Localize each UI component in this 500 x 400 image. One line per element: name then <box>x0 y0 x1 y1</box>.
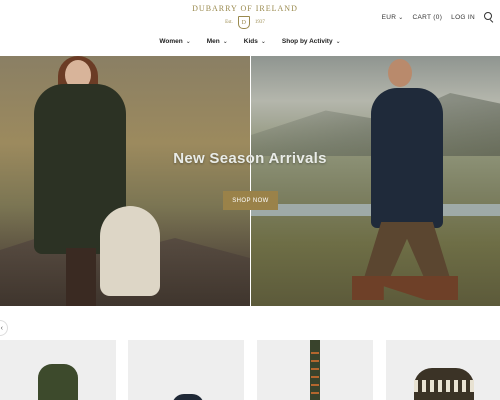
currency-label: EUR <box>381 13 397 21</box>
tie-pattern <box>311 346 319 400</box>
est-year: 1937 <box>254 20 265 25</box>
currency-selector[interactable]: EUR ⌄ <box>382 14 404 21</box>
hero-title: New Season Arrivals <box>173 150 327 167</box>
crest-icon: D <box>237 16 250 29</box>
login-link[interactable]: LOG IN <box>451 14 475 21</box>
brand-est: Est. D 1937 <box>182 16 308 29</box>
chevron-down-icon: ⌄ <box>260 39 266 45</box>
chevron-down-icon: ⌄ <box>335 39 341 45</box>
cart-link[interactable]: CART (0) <box>413 14 443 21</box>
product-tile-jacket[interactable] <box>0 340 116 400</box>
nav-item-shop-by-activity[interactable]: Shop by Activity ⌄ <box>282 38 341 45</box>
nav-item-kids[interactable]: Kids ⌄ <box>244 38 266 45</box>
nav-item-men[interactable]: Men ⌄ <box>207 38 228 45</box>
utility-bar: EUR ⌄ CART (0) LOG IN <box>382 12 494 22</box>
nav-item-label: Women <box>159 38 183 45</box>
hero-banner[interactable]: New Season Arrivals SHOP NOW <box>0 56 500 306</box>
chevron-down-icon: ⌄ <box>222 39 228 45</box>
sweater-pattern <box>414 380 474 392</box>
main-nav: Women ⌄ Men ⌄ Kids ⌄ Shop by Activity ⌄ <box>0 38 500 45</box>
product-grid <box>0 340 500 400</box>
shop-now-button[interactable]: SHOP NOW <box>223 191 278 210</box>
nav-item-label: Men <box>206 38 220 45</box>
search-icon[interactable] <box>484 12 494 22</box>
product-tile-cap[interactable] <box>128 340 244 400</box>
product-tile-sweater[interactable] <box>386 340 500 400</box>
chevron-left-icon[interactable]: ‹ <box>0 320 8 336</box>
crest-letter: D <box>241 19 246 26</box>
brand-logo[interactable]: DUBARRY OF IRELAND Est. D 1937 <box>182 4 308 29</box>
brand-name: DUBARRY OF IRELAND <box>192 4 298 13</box>
dog <box>100 206 160 296</box>
woman-legs <box>66 248 96 306</box>
chevron-down-icon: ⌄ <box>398 14 404 21</box>
nav-item-women[interactable]: Women ⌄ <box>159 38 190 45</box>
est-label: Est. <box>225 20 233 25</box>
chevron-down-icon: ⌄ <box>185 39 191 45</box>
nav-item-label: Kids <box>243 38 258 45</box>
product-tile-tie[interactable] <box>257 340 373 400</box>
jacket-image <box>38 364 78 400</box>
cap-image <box>172 394 204 400</box>
nav-item-label: Shop by Activity <box>281 38 333 45</box>
site-header: DUBARRY OF IRELAND Est. D 1937 EUR ⌄ CAR… <box>0 0 500 56</box>
man-head <box>388 59 412 87</box>
